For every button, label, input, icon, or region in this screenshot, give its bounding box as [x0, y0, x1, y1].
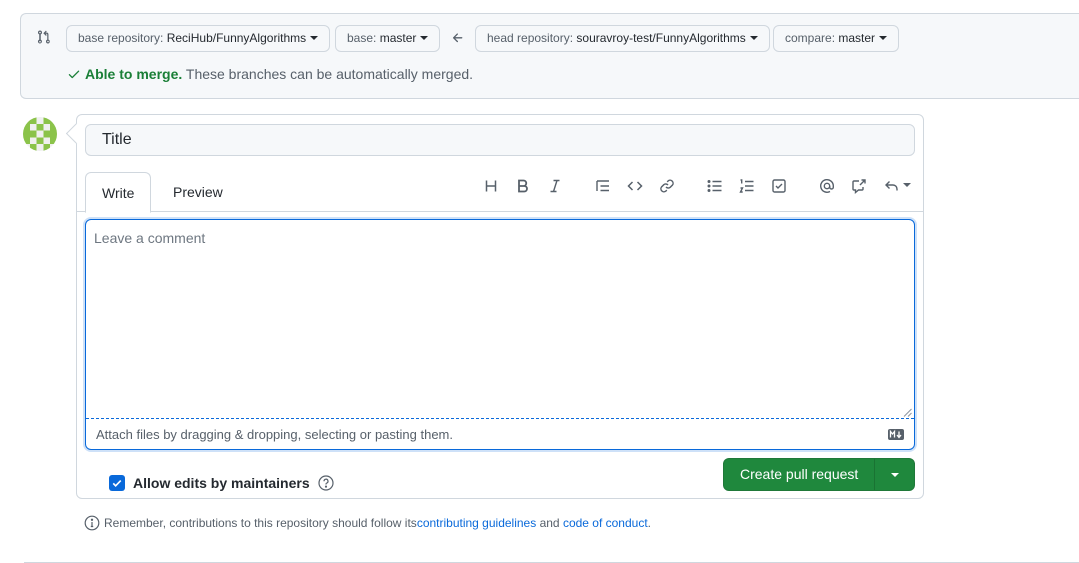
- task-list-icon[interactable]: [771, 178, 787, 194]
- mention-icon[interactable]: [819, 178, 835, 194]
- checkmark-icon: [112, 480, 122, 487]
- caret-down-icon: [890, 472, 899, 477]
- ordered-list-icon[interactable]: [739, 178, 755, 194]
- arrow-left-icon: [452, 33, 463, 43]
- caret-down-icon: [749, 35, 758, 40]
- note-suffix: .: [647, 516, 652, 530]
- compare-branch-select[interactable]: compare: master: [773, 25, 900, 52]
- base-branch-value: master: [379, 31, 417, 45]
- allow-edits-option[interactable]: Allow edits by maintainers: [109, 475, 334, 491]
- base-branch-select[interactable]: base: master: [335, 25, 441, 52]
- comment-editor: Attach files by dragging & dropping, sel…: [85, 219, 915, 450]
- note-prefix: Remember, contributions to this reposito…: [104, 516, 417, 530]
- bold-icon[interactable]: [515, 178, 531, 194]
- base-repository-prefix: base repository:: [78, 31, 167, 45]
- cross-reference-icon[interactable]: [851, 178, 867, 194]
- head-repository-value: souravroy-test/FunnyAlgorithms: [576, 31, 746, 45]
- comment-textarea[interactable]: [86, 220, 914, 419]
- pull-request-form: Write Preview Attach files by d: [76, 114, 924, 499]
- note-middle: and: [536, 516, 563, 530]
- info-icon: [84, 515, 100, 531]
- reply-icon[interactable]: [883, 178, 911, 194]
- resize-grip-icon[interactable]: [903, 408, 912, 417]
- base-repository-select[interactable]: base repository: ReciHub/FunnyAlgorithms: [66, 25, 331, 52]
- heading-icon[interactable]: [483, 178, 499, 194]
- git-compare-icon: [37, 30, 50, 44]
- check-icon: [68, 70, 80, 79]
- contribution-note: Remember, contributions to this reposito…: [84, 515, 651, 531]
- head-repository-select[interactable]: head repository: souravroy-test/FunnyAlg…: [475, 25, 770, 52]
- code-icon[interactable]: [627, 178, 643, 194]
- code-of-conduct-link[interactable]: code of conduct: [563, 516, 648, 530]
- compare-range-box: base repository: ReciHub/FunnyAlgorithms…: [20, 13, 1079, 99]
- editor-tabs: Write Preview: [77, 172, 923, 213]
- compare-branch-prefix: compare:: [785, 31, 839, 45]
- tab-preview[interactable]: Preview: [157, 172, 239, 212]
- quote-icon[interactable]: [595, 178, 611, 194]
- compare-branch-value: master: [838, 31, 876, 45]
- contributing-guidelines-link[interactable]: contributing guidelines: [417, 516, 536, 530]
- create-pull-request-button-group: Create pull request: [723, 458, 916, 491]
- italic-icon[interactable]: [547, 178, 563, 194]
- create-options-dropdown[interactable]: [874, 459, 914, 490]
- base-repository-value: ReciHub/FunnyAlgorithms: [166, 31, 307, 45]
- caret-down-icon: [902, 183, 911, 187]
- caret-down-icon: [310, 35, 319, 40]
- base-branch-prefix: base:: [347, 31, 380, 45]
- avatar[interactable]: [23, 117, 57, 151]
- merge-status-text: These branches can be automatically merg…: [182, 66, 474, 82]
- identicon-avatar: [23, 117, 57, 151]
- question-icon[interactable]: [318, 475, 334, 491]
- caret-down-icon: [420, 35, 429, 40]
- link-icon[interactable]: [659, 178, 675, 194]
- attach-files-text[interactable]: Attach files by dragging & dropping, sel…: [96, 427, 453, 442]
- create-pull-request-button[interactable]: Create pull request: [724, 459, 874, 490]
- merge-status: Able to merge. These branches can be aut…: [67, 66, 473, 82]
- caret-down-icon: [879, 35, 888, 40]
- title-input[interactable]: [85, 124, 915, 156]
- head-repository-prefix: head repository:: [487, 31, 577, 45]
- merge-status-bold: Able to merge.: [85, 66, 183, 82]
- markdown-icon[interactable]: [888, 429, 904, 440]
- allow-edits-checkbox[interactable]: [109, 475, 125, 491]
- allow-edits-label: Allow edits by maintainers: [133, 475, 310, 491]
- unordered-list-icon[interactable]: [707, 178, 723, 194]
- tab-write[interactable]: Write: [85, 172, 152, 213]
